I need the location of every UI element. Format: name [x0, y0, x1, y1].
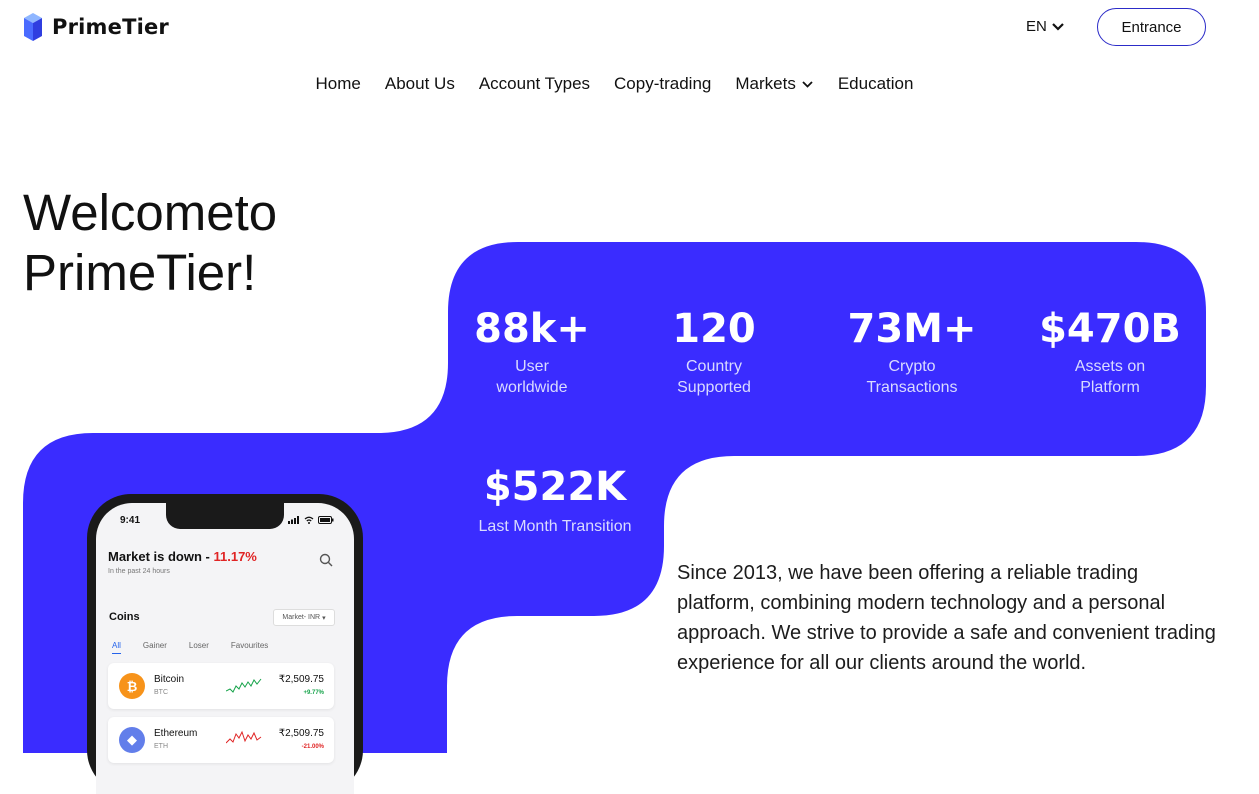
stat-value: $470B	[1039, 306, 1181, 352]
nav-item-education[interactable]: Education	[838, 74, 914, 94]
coin-price: ₹2,509.75	[278, 728, 324, 739]
nav-item-markets-label: Markets	[735, 74, 796, 93]
stat-label: Country Supported	[677, 358, 751, 396]
coins-heading: Coins	[109, 611, 140, 623]
phone-status-bar	[288, 516, 334, 524]
phone-time: 9:41	[120, 515, 141, 526]
sparkline-down	[226, 730, 262, 744]
phone-mockup: 9:41 Market is down - 11.17% In the past…	[87, 494, 363, 794]
coin-name: Bitcoin	[154, 674, 185, 685]
nav-item-account-types[interactable]: Account Types	[479, 74, 590, 94]
sparkline-up	[226, 678, 262, 693]
coin-change: +9.77%	[303, 690, 324, 696]
tab-gainer[interactable]: Gainer	[143, 641, 167, 654]
tab-favourites[interactable]: Favourites	[231, 641, 268, 654]
tab-all[interactable]: All	[112, 641, 121, 654]
chevron-down-icon	[1052, 22, 1064, 31]
brand-name: PrimeTier	[52, 15, 169, 39]
stat-value: 120	[672, 306, 756, 352]
language-selector[interactable]: EN	[1026, 18, 1065, 35]
coin-row-bitcoin[interactable]: ₿ Bitcoin BTC ₹2,509.75 +9.77%	[108, 663, 334, 709]
stat-label: Assets on Platform	[1074, 358, 1146, 396]
coin-row-ethereum[interactable]: ◆ Ethereum ETH ₹2,509.75 -21.00%	[108, 717, 334, 763]
ethereum-icon: ◆	[119, 727, 145, 753]
stat-countries: 120 Country Supported	[644, 306, 784, 398]
bitcoin-icon: ₿	[119, 673, 145, 699]
stat-value: 88k+	[474, 306, 590, 352]
wifi-icon	[304, 516, 314, 524]
coin-change: -21.00%	[301, 744, 324, 750]
battery-icon	[318, 516, 334, 524]
company-description: Since 2013, we have been offering a reli…	[677, 562, 1216, 674]
main-nav: Home About Us Account Types Copy-trading…	[0, 74, 1229, 94]
hero-title: Welcometo PrimeTier!	[23, 183, 277, 303]
stat-assets: $470B Assets on Platform	[1030, 306, 1190, 398]
logo-cube-icon	[24, 13, 42, 41]
market-subtitle: In the past 24 hours	[108, 568, 170, 575]
stat-value: 73M+	[847, 306, 977, 352]
phone-notch	[166, 503, 284, 529]
nav-item-home[interactable]: Home	[316, 74, 361, 94]
nav-item-markets[interactable]: Markets	[735, 74, 813, 94]
brand-logo[interactable]: PrimeTier	[22, 12, 169, 42]
chevron-down-icon	[802, 80, 813, 88]
entrance-button[interactable]: Entrance	[1097, 8, 1206, 46]
market-summary: Market is down - 11.17% In the past 24 h…	[108, 549, 257, 575]
tab-loser[interactable]: Loser	[189, 641, 209, 654]
coin-name: Ethereum	[154, 728, 198, 739]
market-title: Market is down - 11.17%	[108, 549, 257, 564]
stat-label: Last Month Transition	[478, 518, 632, 535]
signal-icon	[288, 516, 299, 524]
coin-symbol: BTC	[154, 689, 168, 696]
nav-item-copy-trading[interactable]: Copy-trading	[614, 74, 711, 94]
hero-title-line-2: PrimeTier!	[23, 244, 257, 301]
market-select[interactable]: Market- INR ▾	[273, 609, 335, 626]
nav-item-about-us[interactable]: About Us	[385, 74, 455, 94]
stat-last-month: $522K Last Month Transition	[465, 464, 645, 537]
stat-value: $522K	[483, 464, 627, 510]
stat-label: User worldwide	[496, 358, 568, 396]
stat-label: Crypto Transactions	[866, 358, 958, 396]
stat-transactions: 73M+ Crypto Transactions	[832, 306, 992, 398]
phone-screen: 9:41 Market is down - 11.17% In the past…	[96, 503, 354, 794]
coin-price: ₹2,509.75	[278, 674, 324, 685]
language-label: EN	[1026, 18, 1047, 35]
coin-symbol: ETH	[154, 743, 168, 750]
hero-title-line-1: Welcometo	[23, 184, 278, 241]
stat-users: 88k+ User worldwide	[462, 306, 602, 398]
market-change: 11.17%	[213, 549, 257, 564]
coin-tabs: All Gainer Loser Favourites	[112, 641, 268, 654]
search-icon[interactable]	[319, 553, 333, 567]
